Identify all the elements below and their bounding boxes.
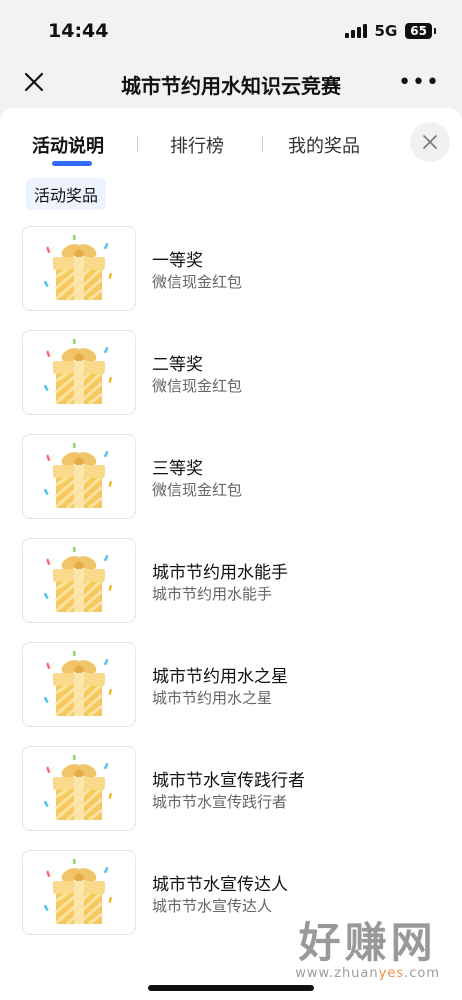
prize-desc: 微信现金红包 <box>152 481 243 499</box>
prize-desc: 城市节水宣传践行者 <box>152 793 288 811</box>
prize-item[interactable]: 城市节约用水能手 城市节约用水能手 <box>22 538 442 642</box>
content-sheet: 活动说明 排行榜 我的奖品 活动奖品 一等奖 微信现金红包 二等奖 微信现金红包… <box>0 108 462 1000</box>
page-title: 城市节约用水知识云竞赛 <box>121 74 341 98</box>
close-icon[interactable] <box>410 122 450 162</box>
prize-item[interactable]: 城市节约用水之星 城市节约用水之星 <box>22 642 442 746</box>
tab-divider <box>137 136 138 152</box>
prize-desc: 城市节水宣传达人 <box>152 897 273 915</box>
prize-desc: 城市节约用水之星 <box>152 689 273 707</box>
prize-image <box>22 746 136 831</box>
status-time: 14:44 <box>48 20 109 42</box>
prize-image <box>22 538 136 623</box>
battery-icon: 65 <box>405 23 436 39</box>
nav-bar: 城市节约用水知识云竞赛 ••• <box>0 62 462 106</box>
prize-list: 一等奖 微信现金红包 二等奖 微信现金红包 三等奖 微信现金红包 城市节约用水能… <box>22 226 442 954</box>
network-type: 5G <box>374 22 398 40</box>
status-indicators: 5G 65 <box>344 22 436 40</box>
home-indicator[interactable] <box>148 985 314 991</box>
prize-name: 城市节水宣传达人 <box>152 875 288 895</box>
prize-image <box>22 330 136 415</box>
prize-desc: 微信现金红包 <box>152 273 243 291</box>
prize-name: 三等奖 <box>152 459 203 479</box>
prize-name: 城市节约用水之星 <box>152 667 288 687</box>
prize-name: 城市节约用水能手 <box>152 563 288 583</box>
tab-divider <box>262 136 263 152</box>
prize-name: 二等奖 <box>152 355 203 375</box>
prize-item[interactable]: 一等奖 微信现金红包 <box>22 226 442 330</box>
prize-image <box>22 226 136 311</box>
more-icon[interactable]: ••• <box>398 70 440 95</box>
prize-name: 一等奖 <box>152 251 203 271</box>
prize-item[interactable]: 二等奖 微信现金红包 <box>22 330 442 434</box>
prize-image <box>22 434 136 519</box>
tab-bar: 活动说明 排行榜 我的奖品 <box>0 108 462 174</box>
prize-item[interactable]: 城市节水宣传践行者 城市节水宣传践行者 <box>22 746 442 850</box>
prize-name: 城市节水宣传践行者 <box>152 771 305 791</box>
watermark: 好赚网 www.zhuanyes.com <box>295 918 440 982</box>
signal-icon <box>344 24 367 38</box>
prize-desc: 微信现金红包 <box>152 377 243 395</box>
tab-active-indicator <box>52 161 92 166</box>
prize-image <box>22 850 136 935</box>
prize-image <box>22 642 136 727</box>
status-bar: 14:44 5G 65 <box>0 0 462 62</box>
prize-item[interactable]: 三等奖 微信现金红包 <box>22 434 442 538</box>
watermark-logo: 好赚网 <box>298 918 437 967</box>
section-title: 活动奖品 <box>26 178 107 210</box>
tab-activity-info[interactable]: 活动说明 <box>32 132 104 158</box>
tab-my-prizes[interactable]: 我的奖品 <box>288 132 360 158</box>
watermark-url: www.zhuanyes.com <box>295 966 440 981</box>
tab-leaderboard[interactable]: 排行榜 <box>170 132 224 158</box>
prize-desc: 城市节约用水能手 <box>152 585 273 603</box>
